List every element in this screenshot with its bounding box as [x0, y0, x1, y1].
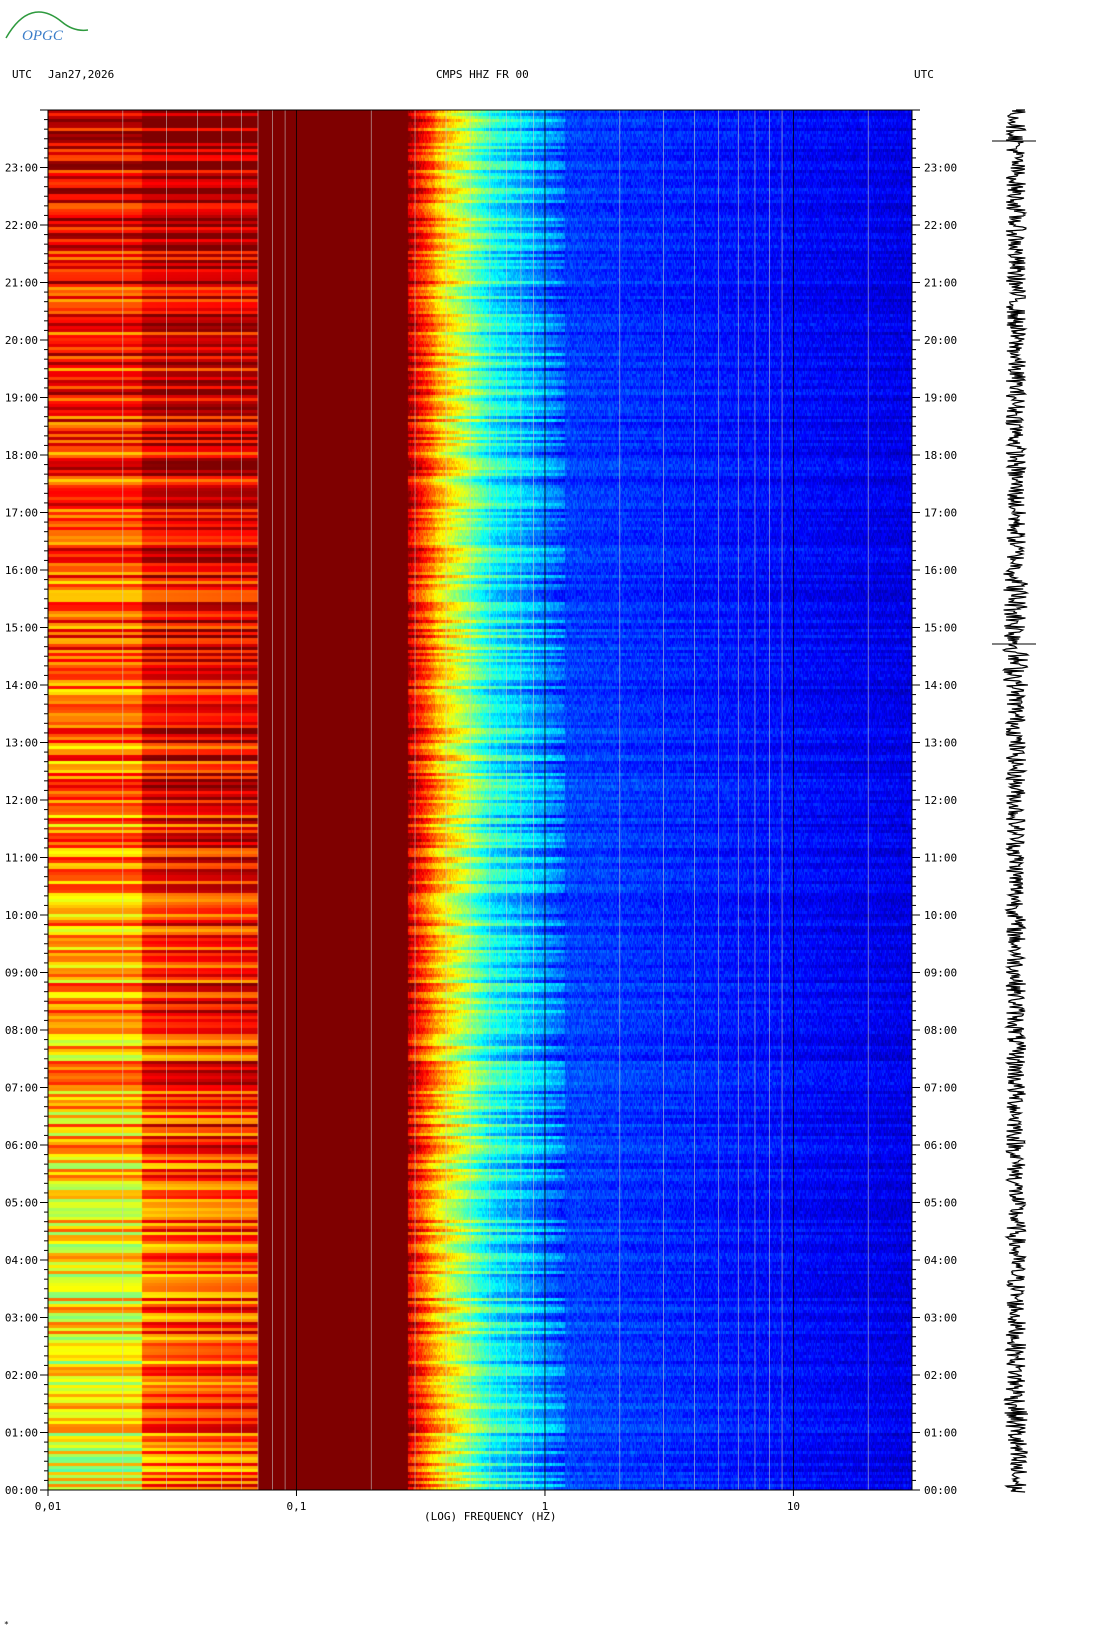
y-tick-label-left: 02:00 [5, 1369, 38, 1382]
y-tick-label-right: 01:00 [924, 1427, 957, 1440]
y-tick-label-left: 22:00 [5, 219, 38, 232]
y-tick-label-right: 00:00 [924, 1484, 957, 1497]
y-tick-label-left: 08:00 [5, 1024, 38, 1037]
x-tick-label: 0,01 [35, 1500, 62, 1513]
y-tick-label-left: 20:00 [5, 334, 38, 347]
y-tick-label-right: 04:00 [924, 1254, 957, 1267]
y-tick-label-left: 07:00 [5, 1082, 38, 1095]
y-tick-label-left: 13:00 [5, 737, 38, 750]
y-tick-label-right: 13:00 [924, 737, 957, 750]
y-tick-label-right: 05:00 [924, 1197, 957, 1210]
y-tick-label-right: 23:00 [924, 162, 957, 175]
x-tick-label: 0,1 [287, 1500, 307, 1513]
x-axis-label: (LOG) FREQUENCY (HZ) [424, 1510, 557, 1523]
footer-mark: * [4, 1620, 9, 1629]
y-tick-label-right: 08:00 [924, 1024, 957, 1037]
y-tick-label-left: 05:00 [5, 1197, 38, 1210]
y-tick-label-left: 12:00 [5, 794, 38, 807]
y-tick-label-right: 15:00 [924, 622, 957, 635]
y-tick-label-right: 11:00 [924, 852, 957, 865]
y-tick-label-right: 02:00 [924, 1369, 957, 1382]
y-tick-label-left: 17:00 [5, 507, 38, 520]
y-tick-label-left: 03:00 [5, 1312, 38, 1325]
y-tick-label-left: 11:00 [5, 852, 38, 865]
y-tick-label-left: 21:00 [5, 277, 38, 290]
y-tick-label-right: 17:00 [924, 507, 957, 520]
y-tick-label-right: 22:00 [924, 219, 957, 232]
y-tick-label-right: 21:00 [924, 277, 957, 290]
y-tick-label-right: 09:00 [924, 967, 957, 980]
y-tick-label-left: 04:00 [5, 1254, 38, 1267]
y-tick-label-right: 06:00 [924, 1139, 957, 1152]
chart-axes: 00:00 00:00 01:00 01:00 02:00 02:00 03:00 03:00… [5, 109, 1036, 1513]
y-tick-label-left: 06:00 [5, 1139, 38, 1152]
y-tick-label-right: 18:00 [924, 449, 957, 462]
y-tick-label-left: 10:00 [5, 909, 38, 922]
y-tick-label-left: 00:00 [5, 1484, 38, 1497]
y-tick-label-left: 15:00 [5, 622, 38, 635]
y-tick-label-right: 07:00 [924, 1082, 957, 1095]
y-tick-label-right: 12:00 [924, 794, 957, 807]
y-tick-label-left: 18:00 [5, 449, 38, 462]
y-tick-label-right: 20:00 [924, 334, 957, 347]
y-tick-label-left: 01:00 [5, 1427, 38, 1440]
y-tick-label-right: 03:00 [924, 1312, 957, 1325]
y-tick-label-left: 19:00 [5, 392, 38, 405]
y-tick-label-left: 16:00 [5, 564, 38, 577]
x-tick-label: 10 [787, 1500, 800, 1513]
y-tick-label-left: 23:00 [5, 162, 38, 175]
y-tick-label-left: 09:00 [5, 967, 38, 980]
y-tick-label-right: 16:00 [924, 564, 957, 577]
seismogram-trace [1001, 109, 1030, 1493]
y-tick-label-left: 14:00 [5, 679, 38, 692]
y-tick-label-right: 10:00 [924, 909, 957, 922]
y-tick-label-right: 14:00 [924, 679, 957, 692]
y-tick-label-right: 19:00 [924, 392, 957, 405]
